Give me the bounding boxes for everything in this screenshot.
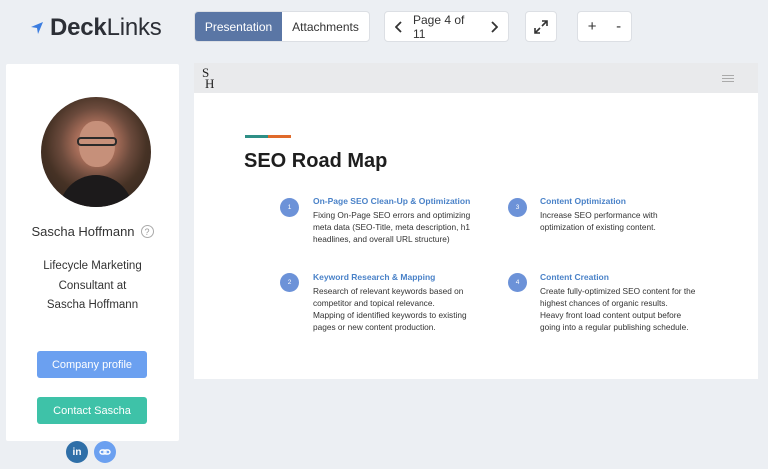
slide-header-bar: SH xyxy=(194,63,758,93)
slide-title: SEO Road Map xyxy=(244,150,388,172)
page-navigator: Page 4 of 11 xyxy=(384,11,509,42)
step-number: 2 xyxy=(280,273,299,292)
roadmap-item: Content Creation Create fully-optimized … xyxy=(540,272,730,333)
profile-card: Sascha Hoffmann ? Lifecycle Marketing Co… xyxy=(6,64,179,441)
expand-icon xyxy=(526,12,556,41)
linkedin-icon[interactable]: in xyxy=(66,441,88,463)
brand-letter-bottom: H xyxy=(205,76,215,91)
view-tabs: Presentation Attachments xyxy=(194,11,370,42)
profile-company: Sascha Hoffmann xyxy=(46,299,139,311)
roadmap-item: Keyword Research & Mapping Research of r… xyxy=(313,272,503,333)
chevron-left-icon xyxy=(395,20,402,33)
item-heading: Keyword Research & Mapping xyxy=(313,272,436,282)
fullscreen-button[interactable] xyxy=(525,11,557,42)
zoom-controls: + - xyxy=(577,11,632,42)
chevron-right-icon xyxy=(491,20,498,33)
profile-name: Sascha Hoffmann xyxy=(31,224,135,239)
page-indicator: Page 4 of 11 xyxy=(413,12,465,41)
item-heading: On-Page SEO Clean-Up & Optimization xyxy=(313,196,471,206)
logo-arrow-icon xyxy=(30,21,44,35)
app-logo[interactable]: DeckLinks xyxy=(30,14,162,42)
title-accent-bar xyxy=(245,135,291,138)
menu-icon[interactable] xyxy=(722,75,734,84)
slide-viewer: SH SEO Road Map 1 On-Page SEO Clean-Up &… xyxy=(194,63,758,379)
contact-button[interactable]: Contact Sascha xyxy=(37,397,147,424)
social-links: in xyxy=(66,441,116,463)
brand-logo: SH xyxy=(202,66,215,91)
zoom-in-button[interactable]: + xyxy=(588,18,597,35)
help-icon[interactable]: ? xyxy=(140,225,154,238)
step-number: 4 xyxy=(508,273,527,292)
logo-text: DeckLinks xyxy=(50,14,162,42)
zoom-out-button[interactable]: - xyxy=(616,18,621,35)
avatar xyxy=(41,97,151,207)
item-heading: Content Creation xyxy=(540,272,609,282)
logo-primary: Deck xyxy=(50,14,107,41)
item-heading: Content Optimization xyxy=(540,196,626,206)
profile-title-line: Lifecycle Marketing xyxy=(43,260,142,272)
tab-presentation[interactable]: Presentation xyxy=(195,12,282,41)
roadmap-item: Content Optimization Increase SEO perfor… xyxy=(540,196,730,233)
company-profile-button[interactable]: Company profile xyxy=(37,351,147,378)
prev-page-button[interactable] xyxy=(395,20,403,33)
roadmap-item: On-Page SEO Clean-Up & Optimization Fixi… xyxy=(313,196,503,245)
logo-secondary: Links xyxy=(106,14,162,41)
step-number: 3 xyxy=(508,198,527,217)
item-body: Increase SEO performance with optimizati… xyxy=(540,210,658,232)
next-page-button[interactable] xyxy=(490,20,498,33)
item-body: Research of relevant keywords based on c… xyxy=(313,286,467,332)
link-icon[interactable] xyxy=(94,441,116,463)
profile-title: Lifecycle Marketing Consultant at Sascha… xyxy=(6,257,179,316)
item-body: Create fully-optimized SEO content for t… xyxy=(540,286,696,332)
tab-attachments[interactable]: Attachments xyxy=(282,12,369,41)
profile-title-line: Consultant at xyxy=(58,279,127,292)
step-number: 1 xyxy=(280,198,299,217)
item-body: Fixing On-Page SEO errors and optimizing… xyxy=(313,210,471,244)
